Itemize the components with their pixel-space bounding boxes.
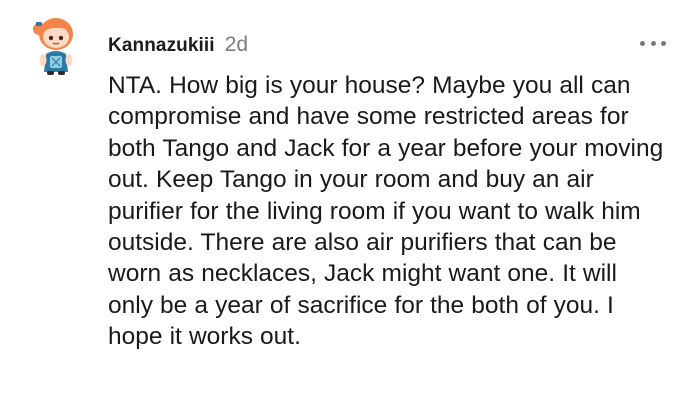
more-options-button[interactable] (640, 36, 666, 50)
comment-body: NTA. How big is your house? Maybe you al… (108, 72, 664, 351)
more-options-icon (661, 40, 666, 46)
user-avatar[interactable] (28, 14, 92, 78)
more-options-icon (640, 40, 645, 46)
snoo-avatar-icon (33, 18, 73, 75)
comment-header: Kannazukiii 2d (108, 34, 248, 55)
comment-timestamp: 2d (224, 33, 249, 56)
comment: Kannazukiii 2d NTA. How big is your hous… (0, 0, 700, 406)
username-link[interactable]: Kannazukiii (108, 36, 215, 55)
more-options-icon (650, 40, 656, 46)
